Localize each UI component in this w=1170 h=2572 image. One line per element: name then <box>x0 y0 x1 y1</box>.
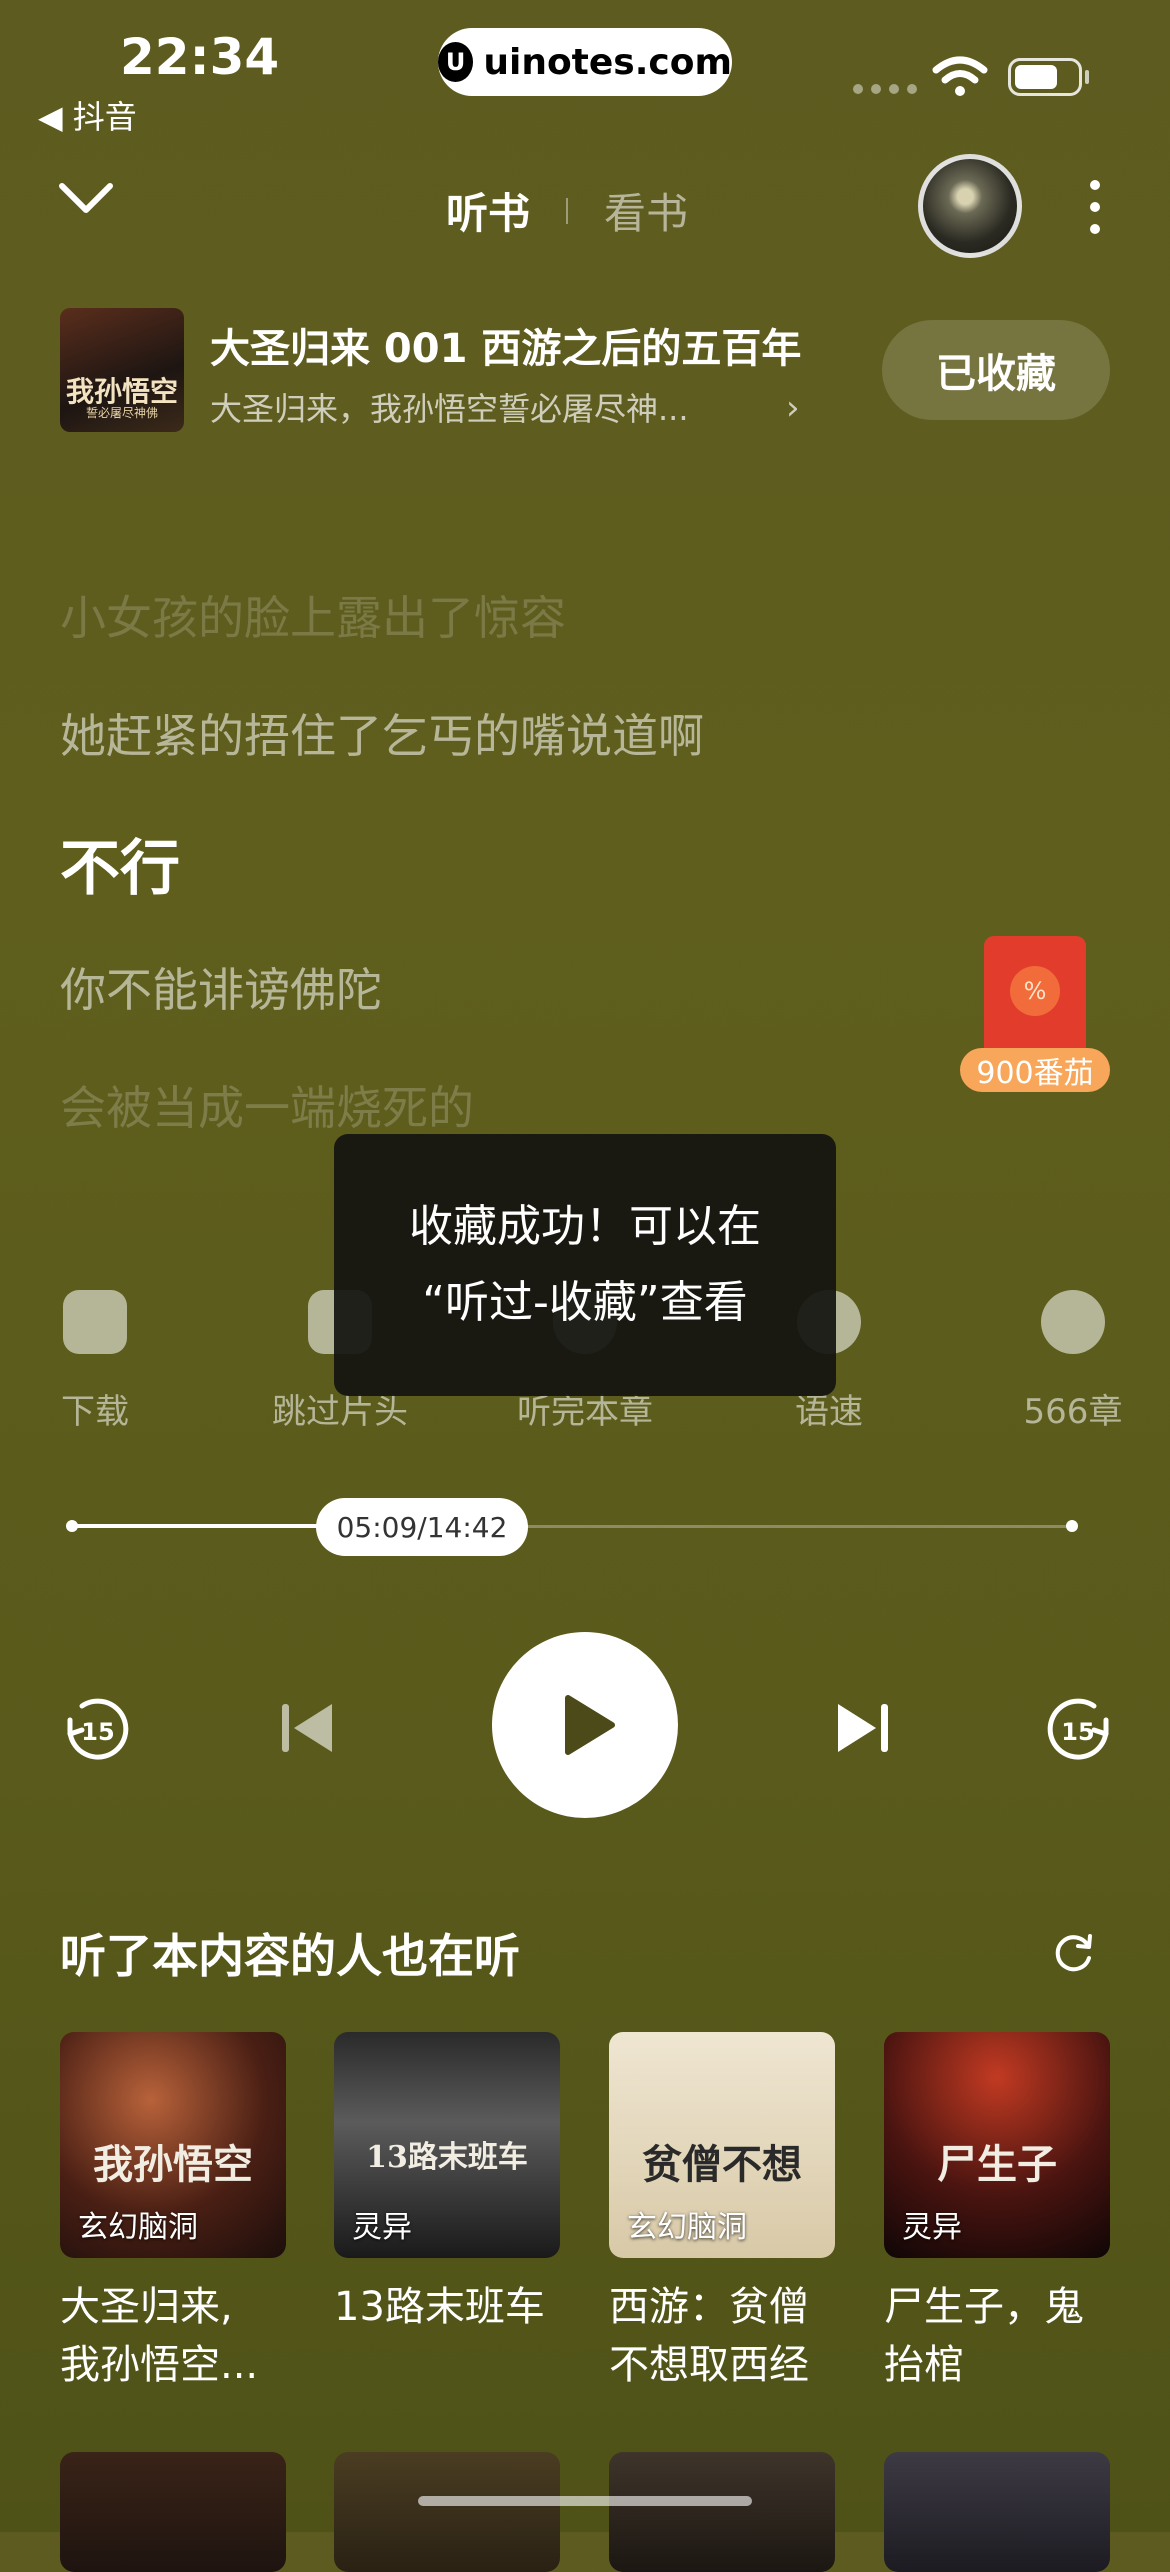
play-button[interactable] <box>492 1632 678 1818</box>
recommend-card[interactable]: 贫僧不想 玄幻脑洞 西游：贫僧 不想取西经 <box>609 2032 835 2394</box>
play-icon <box>565 1695 615 1755</box>
back-to-app-link[interactable]: ◀ 抖音 <box>38 92 137 138</box>
collect-button[interactable]: 已收藏 <box>882 320 1110 420</box>
progress-thumb[interactable]: 05:09/14:42 <box>316 1498 528 1556</box>
battery-icon <box>1008 58 1082 96</box>
chapters-label: 566章 <box>1023 1392 1123 1432</box>
genre-tag: 玄幻脑洞 <box>627 2210 747 2245</box>
genre-tag: 灵异 <box>352 2210 412 2245</box>
url-pill[interactable]: U uinotes.com <box>438 28 732 96</box>
lyric-line[interactable]: 会被当成一端烧死的 <box>60 1072 474 1138</box>
recommend-cover-text: 贫僧不想 <box>642 2141 802 2188</box>
coin-icon: % <box>1010 966 1060 1016</box>
book-description[interactable]: 大圣归来，我孙悟空誓必屠尽神... <box>210 384 689 430</box>
download-button[interactable]: 下载 <box>20 1290 170 1433</box>
lyric-line[interactable]: 她赶紧的捂住了乞丐的嘴说道啊 <box>60 700 704 766</box>
chapters-icon <box>1041 1290 1105 1354</box>
recommend-name: 13路末班车 <box>334 2278 560 2336</box>
book-cover[interactable]: 我孙悟空 誓必屠尽神佛 <box>60 308 184 432</box>
recommend-name-line: 尸生子，鬼 <box>884 2284 1084 2330</box>
signal-icon <box>853 84 917 94</box>
recommend-card-partial[interactable] <box>60 2452 286 2572</box>
chevron-right-icon[interactable]: › <box>786 388 800 428</box>
reward-label: 900番茄 <box>960 1048 1110 1092</box>
recommend-cover: 贫僧不想 玄幻脑洞 <box>609 2032 835 2258</box>
toast-line-1: 收藏成功！可以在 <box>409 1201 761 1252</box>
lyric-line-current[interactable]: 不行 <box>60 820 180 907</box>
refresh-icon[interactable] <box>1050 1930 1096 1976</box>
lyric-line[interactable]: 你不能诽谤佛陀 <box>60 954 382 1020</box>
chapters-button[interactable]: 566章 <box>998 1290 1148 1433</box>
recommend-card-partial[interactable] <box>609 2452 835 2572</box>
recommend-cover: 13路末班车 灵异 <box>334 2032 560 2258</box>
site-logo-icon: U <box>438 42 474 82</box>
recommend-card-partial[interactable] <box>334 2452 560 2572</box>
recommend-card-partial[interactable] <box>884 2452 1110 2572</box>
genre-tag: 玄幻脑洞 <box>78 2210 198 2245</box>
recommend-name-line: 不想取西经 <box>609 2342 809 2388</box>
home-indicator[interactable] <box>418 2496 752 2506</box>
recommend-name-line: 西游：贫僧 <box>609 2284 809 2330</box>
recommend-cover: 我孙悟空 玄幻脑洞 <box>60 2032 286 2258</box>
progress-end-dot <box>1066 1520 1078 1532</box>
tab-listen[interactable]: 听书 <box>446 180 530 241</box>
recommend-name-line: 13路末班车 <box>334 2284 545 2330</box>
battery-tip <box>1085 70 1089 84</box>
more-icon[interactable] <box>1090 180 1100 234</box>
progress-start-dot <box>66 1520 78 1532</box>
tab-bar: 听书 看书 <box>446 180 688 241</box>
recommend-card[interactable]: 尸生子 灵异 尸生子，鬼 抬棺 <box>884 2032 1110 2394</box>
url-text: uinotes.com <box>483 41 732 83</box>
recommend-name: 大圣归来, 我孙悟空... <box>60 2278 286 2394</box>
recommend-name: 尸生子，鬼 抬棺 <box>884 2278 1110 2394</box>
recommend-cover: 尸生子 灵异 <box>884 2032 1110 2258</box>
recommend-cover-text: 尸生子 <box>937 2141 1057 2188</box>
toast-message: 收藏成功！可以在 “听过-收藏”查看 <box>334 1134 836 1396</box>
rewind-15-label: 15 <box>81 1718 114 1746</box>
rewind-15-icon[interactable]: 15 <box>62 1694 132 1764</box>
recommend-name: 西游：贫僧 不想取西经 <box>609 2278 835 2394</box>
forward-15-label: 15 <box>1061 1718 1094 1746</box>
tab-read[interactable]: 看书 <box>604 180 688 241</box>
forward-15-icon[interactable]: 15 <box>1044 1694 1114 1764</box>
episode-title[interactable]: 大圣归来 001 西游之后的五百年 <box>210 316 830 374</box>
recommend-name-line: 抬棺 <box>884 2342 964 2388</box>
previous-icon[interactable] <box>278 1698 338 1758</box>
recommend-cover-text: 13路末班车 <box>366 2140 528 2175</box>
status-time: 22:34 <box>120 28 280 86</box>
recommend-name-line: 我孙悟空... <box>60 2342 259 2388</box>
recommend-name-line: 大圣归来, <box>60 2284 233 2330</box>
recommend-title: 听了本内容的人也在听 <box>60 1929 520 1983</box>
recommend-card[interactable]: 13路末班车 灵异 13路末班车 <box>334 2032 560 2336</box>
genre-tag: 灵异 <box>902 2210 962 2245</box>
tab-divider <box>566 197 569 224</box>
next-icon[interactable] <box>832 1698 892 1758</box>
recommend-cover-text: 我孙悟空 <box>93 2141 253 2188</box>
avatar[interactable] <box>918 154 1022 258</box>
recommend-card[interactable]: 我孙悟空 玄幻脑洞 大圣归来, 我孙悟空... <box>60 2032 286 2394</box>
download-label: 下载 <box>61 1392 129 1432</box>
chevron-down-icon[interactable] <box>58 180 114 216</box>
toast-line-2: “听过-收藏”查看 <box>422 1277 748 1328</box>
wifi-icon <box>932 56 988 96</box>
cover-subtitle: 誓必屠尽神佛 <box>85 406 158 420</box>
download-icon <box>63 1290 127 1354</box>
lyric-line[interactable]: 小女孩的脸上露出了惊容 <box>60 582 566 648</box>
